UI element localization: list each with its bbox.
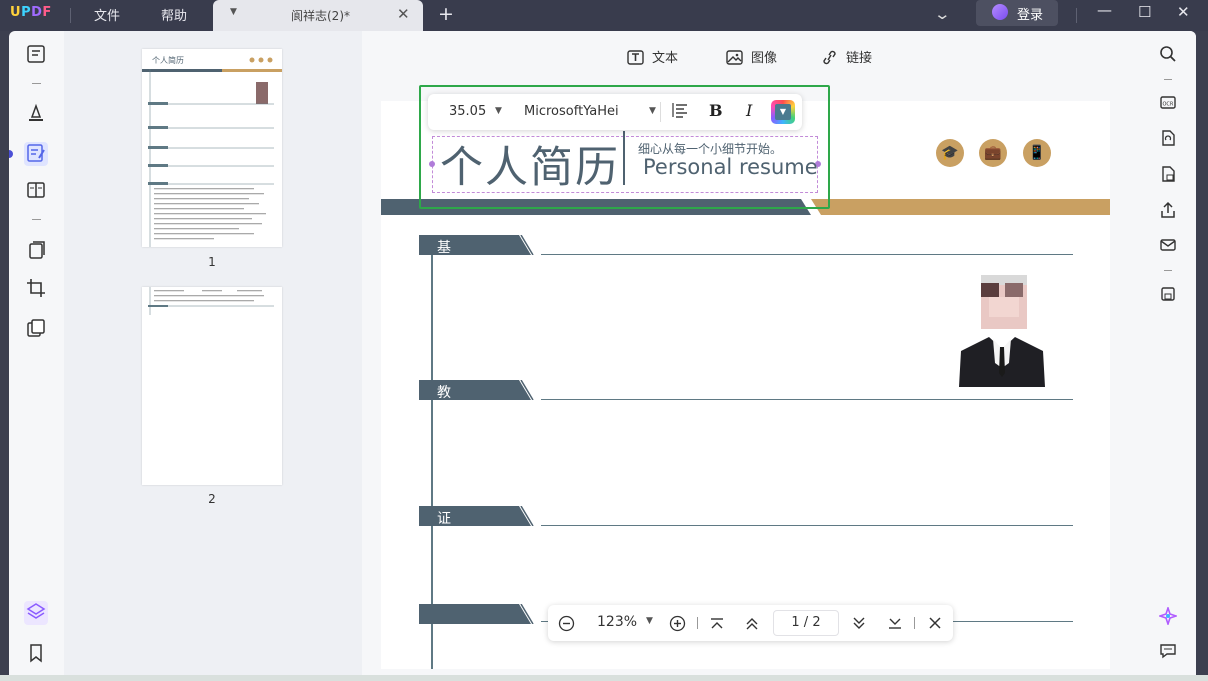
section-title: 基本信息 (437, 240, 451, 316)
layers-icon[interactable] (24, 601, 48, 625)
page-indicator[interactable]: 1 / 2 (773, 610, 839, 636)
divider (70, 8, 71, 23)
divider (1076, 8, 1077, 23)
add-text-label: 文本 (652, 51, 679, 66)
bold-button[interactable]: B (709, 101, 723, 120)
minimize-icon[interactable]: — (1097, 1, 1112, 19)
comment-pen-icon[interactable] (24, 102, 48, 126)
maximize-icon[interactable]: ☐ (1138, 3, 1151, 21)
align-left-icon[interactable] (672, 102, 688, 118)
email-icon[interactable] (1158, 236, 1178, 256)
zoom-bar: 123% ▼ 1 / 2 (548, 605, 953, 641)
login-label: 登录 (1017, 8, 1044, 23)
pages-icon[interactable] (24, 239, 48, 263)
menu-file[interactable]: 文件 (94, 5, 120, 24)
tab-caret-icon[interactable]: ▼ (230, 7, 237, 17)
ocr-tool-icon[interactable] (24, 317, 48, 341)
svg-text:OCR: OCR (1163, 102, 1174, 108)
title-bar: UPDF 文件 帮助 ▼ 阆祥志(2)* ✕ + ⌄ 登录 — ☐ ✕ (0, 0, 1208, 31)
edit-pdf-icon[interactable] (24, 142, 48, 166)
ocr-icon[interactable]: OCR (1158, 93, 1178, 113)
crop-icon[interactable] (24, 277, 48, 301)
section-rule (541, 254, 1073, 255)
divider (32, 83, 41, 84)
add-link-button[interactable]: 链接 (821, 47, 872, 66)
save-icon[interactable] (1158, 285, 1178, 305)
bottom-strip (0, 675, 1208, 681)
tab-title: 阆祥志(2)* (291, 9, 350, 23)
close-zoom-bar-icon[interactable] (928, 616, 942, 630)
thumbnail-panel: 个人简历 1 2 (64, 31, 362, 675)
page-number-1: 1 (208, 255, 216, 269)
current-page[interactable]: 1 (791, 615, 799, 630)
protect-icon[interactable] (1158, 165, 1178, 185)
first-page-icon[interactable] (710, 617, 724, 630)
close-window-icon[interactable]: ✕ (1177, 3, 1190, 21)
font-name-value[interactable]: MicrosoftYaHei (524, 104, 619, 119)
zoom-in-icon[interactable] (669, 615, 686, 632)
graduation-cap-icon: 🎓 (936, 139, 964, 167)
document-tab[interactable]: ▼ 阆祥志(2)* ✕ (213, 0, 423, 31)
color-chevron-icon: ▼ (775, 104, 791, 120)
search-icon[interactable] (1158, 45, 1178, 65)
edit-toolbar: 文本 图像 链接 (362, 31, 1140, 81)
page-number-2: 2 (208, 492, 216, 506)
chevron-down-icon[interactable]: ⌄ (933, 5, 951, 23)
italic-button[interactable]: I (746, 101, 752, 120)
font-size-dropdown-icon[interactable]: ▼ (495, 106, 502, 116)
left-toolbar (9, 31, 64, 675)
ai-assistant-icon[interactable] (1157, 605, 1179, 627)
add-image-label: 图像 (751, 51, 778, 66)
zoom-level[interactable]: 123% (597, 614, 637, 630)
section-header-shape (419, 604, 534, 624)
menu-help[interactable]: 帮助 (161, 5, 187, 24)
page-thumbnail-1[interactable]: 个人简历 (142, 49, 282, 247)
text-color-picker[interactable]: ▼ (771, 100, 795, 124)
reader-icon[interactable] (24, 43, 48, 67)
updf-logo: UPDF (10, 5, 52, 20)
divider (1164, 270, 1172, 271)
briefcase-icon: 💼 (979, 139, 1007, 167)
text-format-toolbar: 35.05 ▼ MicrosoftYaHei ▼ B I ▼ (428, 94, 802, 130)
svg-text:个人简历: 个人简历 (152, 55, 184, 65)
section-title: 教育背景 (437, 385, 451, 461)
next-page-icon[interactable] (852, 617, 866, 630)
divider (660, 102, 661, 122)
total-pages: 2 (812, 615, 821, 630)
bookmark-icon[interactable] (24, 642, 48, 666)
divider (32, 219, 41, 220)
link-icon (823, 50, 836, 65)
image-icon (726, 50, 743, 65)
section-rule (541, 399, 1073, 400)
profile-photo[interactable] (959, 273, 1045, 387)
comment-icon[interactable] (1158, 642, 1178, 662)
section-rule (541, 525, 1073, 526)
page-organize-icon[interactable] (24, 179, 48, 203)
previous-page-icon[interactable] (745, 617, 759, 630)
font-name-dropdown-icon[interactable]: ▼ (649, 106, 656, 116)
font-size-value[interactable]: 35.05 (449, 104, 486, 119)
add-link-label: 链接 (846, 51, 873, 66)
last-page-icon[interactable] (888, 617, 902, 630)
add-text-button[interactable]: 文本 (627, 47, 678, 66)
page-thumbnail-2[interactable] (142, 287, 282, 485)
text-icon (627, 50, 644, 65)
login-button[interactable]: 登录 (976, 0, 1058, 26)
phone-icon: 📱 (1023, 139, 1051, 167)
share-icon[interactable] (1158, 201, 1178, 221)
avatar (992, 4, 1008, 20)
section-title: 证书及奖励 (437, 511, 451, 607)
right-toolbar: OCR (1140, 31, 1196, 675)
convert-icon[interactable] (1158, 129, 1178, 149)
new-tab-icon[interactable]: + (438, 3, 454, 25)
zoom-dropdown-icon[interactable]: ▼ (646, 616, 653, 626)
add-image-button[interactable]: 图像 (726, 47, 777, 66)
zoom-out-icon[interactable] (558, 615, 575, 632)
tab-close-icon[interactable]: ✕ (397, 5, 410, 23)
divider (914, 617, 915, 629)
divider (1164, 79, 1172, 80)
divider (697, 617, 698, 629)
